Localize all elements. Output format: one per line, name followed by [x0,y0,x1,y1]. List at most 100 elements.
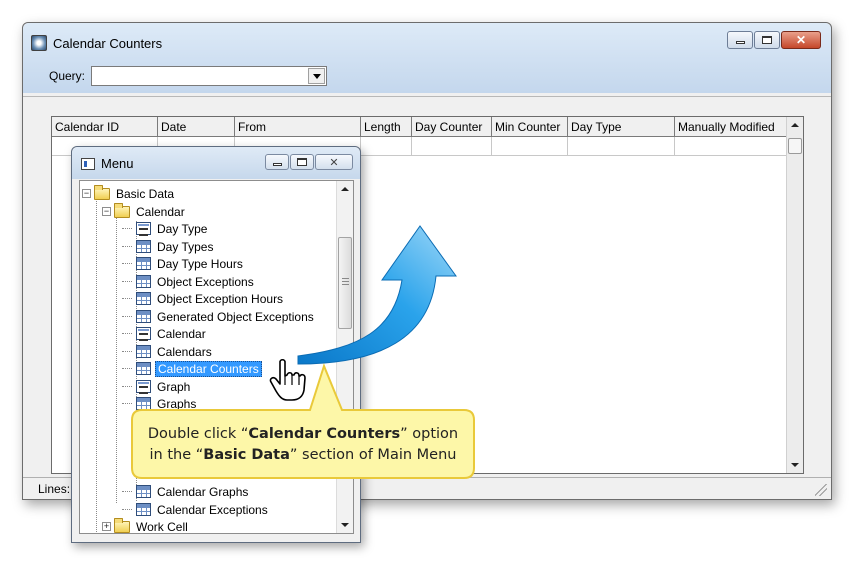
menu-window-icon [81,157,95,170]
curved-arrow-icon [297,225,457,365]
maximize-icon [297,158,307,166]
tree-item-label: Calendar [136,204,185,219]
callout-line-1: Double click “Calendar Counters” option [147,426,459,442]
grid-cell[interactable] [361,137,412,156]
tree-item-label: Day Types [157,239,214,254]
lines-status: Lines: [38,482,71,496]
tree-item[interactable]: Calendar Exceptions [136,501,270,518]
scroll-up-icon[interactable] [341,187,349,191]
resize-grip-icon[interactable] [815,484,827,496]
tree-item-label: Calendars [157,344,212,359]
scroll-down-icon[interactable] [791,463,799,467]
tree-item[interactable]: Day Types [136,238,215,255]
grid-icon [136,240,151,253]
grid-icon [136,345,151,358]
form-icon [136,327,151,341]
tree-item[interactable]: Object Exception Hours [136,290,285,307]
title-bar[interactable]: Calendar Counters [31,33,162,53]
app-gear-icon [31,35,47,51]
tree-item[interactable]: Object Exceptions [136,273,256,290]
tree-line [116,213,117,503]
tree-item[interactable]: Calendars [136,343,214,360]
tree-item-label: Calendar [157,326,206,341]
menu-minimize-button[interactable] [265,154,289,170]
grid-icon [136,275,151,288]
tree-item[interactable]: Day Type Hours [136,255,245,272]
minimize-icon [272,163,282,166]
grid-icon [136,257,151,270]
tree-line [122,246,132,247]
tree-line [122,333,132,334]
grid-header: Calendar ID Date From Length Day Counter… [52,117,787,137]
close-icon: ✕ [795,33,807,47]
grid-icon [136,485,151,498]
tree-item-label: Object Exceptions [157,274,254,289]
query-dropdown[interactable] [91,66,328,86]
minimize-button[interactable] [727,31,753,49]
tree-line [96,198,97,533]
callout-bold-menu-item: Calendar Counters [248,426,401,442]
maximize-button[interactable] [754,31,780,49]
folder-icon [114,202,130,218]
folder-icon [114,517,130,533]
tree-line [122,228,132,229]
column-header-calendar-id[interactable]: Calendar ID [52,117,158,137]
column-header-day-counter[interactable]: Day Counter [412,117,492,137]
tree-item-label: Object Exception Hours [157,291,284,306]
tree-item[interactable]: Basic Data [94,184,176,202]
collapse-icon[interactable]: − [82,189,91,198]
chevron-down-icon [312,73,321,79]
grid-icon [136,503,151,516]
grid-icon [136,292,151,305]
tree-item[interactable]: Calendar [114,202,187,220]
query-label: Query: [49,69,86,83]
tree-item[interactable]: Calendar [136,325,208,342]
folder-icon [94,184,110,200]
tree-item-label: Calendar Exceptions [157,502,268,517]
caption-buttons: ✕ [726,31,821,49]
tree-line [122,491,132,492]
tree-line [122,509,132,510]
minimize-icon [735,41,745,44]
menu-title: Menu [101,156,134,171]
query-row: Query: [49,66,328,86]
divider [23,96,831,97]
tree-item-label: Day Type [157,221,208,236]
tree-item-label: Work Cell [136,519,188,534]
column-header-length[interactable]: Length [361,117,412,137]
query-dropdown-button[interactable] [308,68,326,84]
grid-vertical-scrollbar[interactable] [786,117,803,473]
column-header-from[interactable]: From [235,117,361,137]
menu-title-bar[interactable]: Menu [81,156,134,171]
scroll-down-icon[interactable] [341,523,349,527]
column-header-manually-modified[interactable]: Manually Modified [675,117,787,137]
grid-cell[interactable] [412,137,492,156]
column-header-date[interactable]: Date [158,117,235,137]
column-header-day-type[interactable]: Day Type [568,117,675,137]
scroll-up-icon[interactable] [791,123,799,127]
tree-item[interactable]: Work Cell [114,517,190,534]
collapse-icon[interactable]: − [102,207,111,216]
maximize-icon [762,36,772,44]
menu-maximize-button[interactable] [290,154,314,170]
grid-cell[interactable] [675,137,787,156]
menu-close-button[interactable]: ✕ [315,154,353,170]
expand-icon[interactable]: + [102,522,111,531]
close-button[interactable]: ✕ [781,31,821,49]
tree-line [122,281,132,282]
callout-instruction: Double click “Calendar Counters” option … [140,424,466,466]
tree-item[interactable]: Calendar Graphs [136,483,250,500]
menu-caption-buttons: ✕ [264,154,353,170]
column-header-min-counter[interactable]: Min Counter [492,117,568,137]
grid-icon [136,310,151,323]
scroll-thumb[interactable] [788,138,802,154]
tree-item[interactable]: Day Type [136,220,209,237]
tree-item-label: Calendar Graphs [157,484,249,499]
tree-item[interactable]: Generated Object Exceptions [136,308,316,325]
grid-cell[interactable] [568,137,675,156]
grid-cell[interactable] [492,137,568,156]
tree-line [122,316,132,317]
tree-line [122,351,132,352]
tree-line [122,298,132,299]
tree-item-label: Basic Data [116,186,175,201]
